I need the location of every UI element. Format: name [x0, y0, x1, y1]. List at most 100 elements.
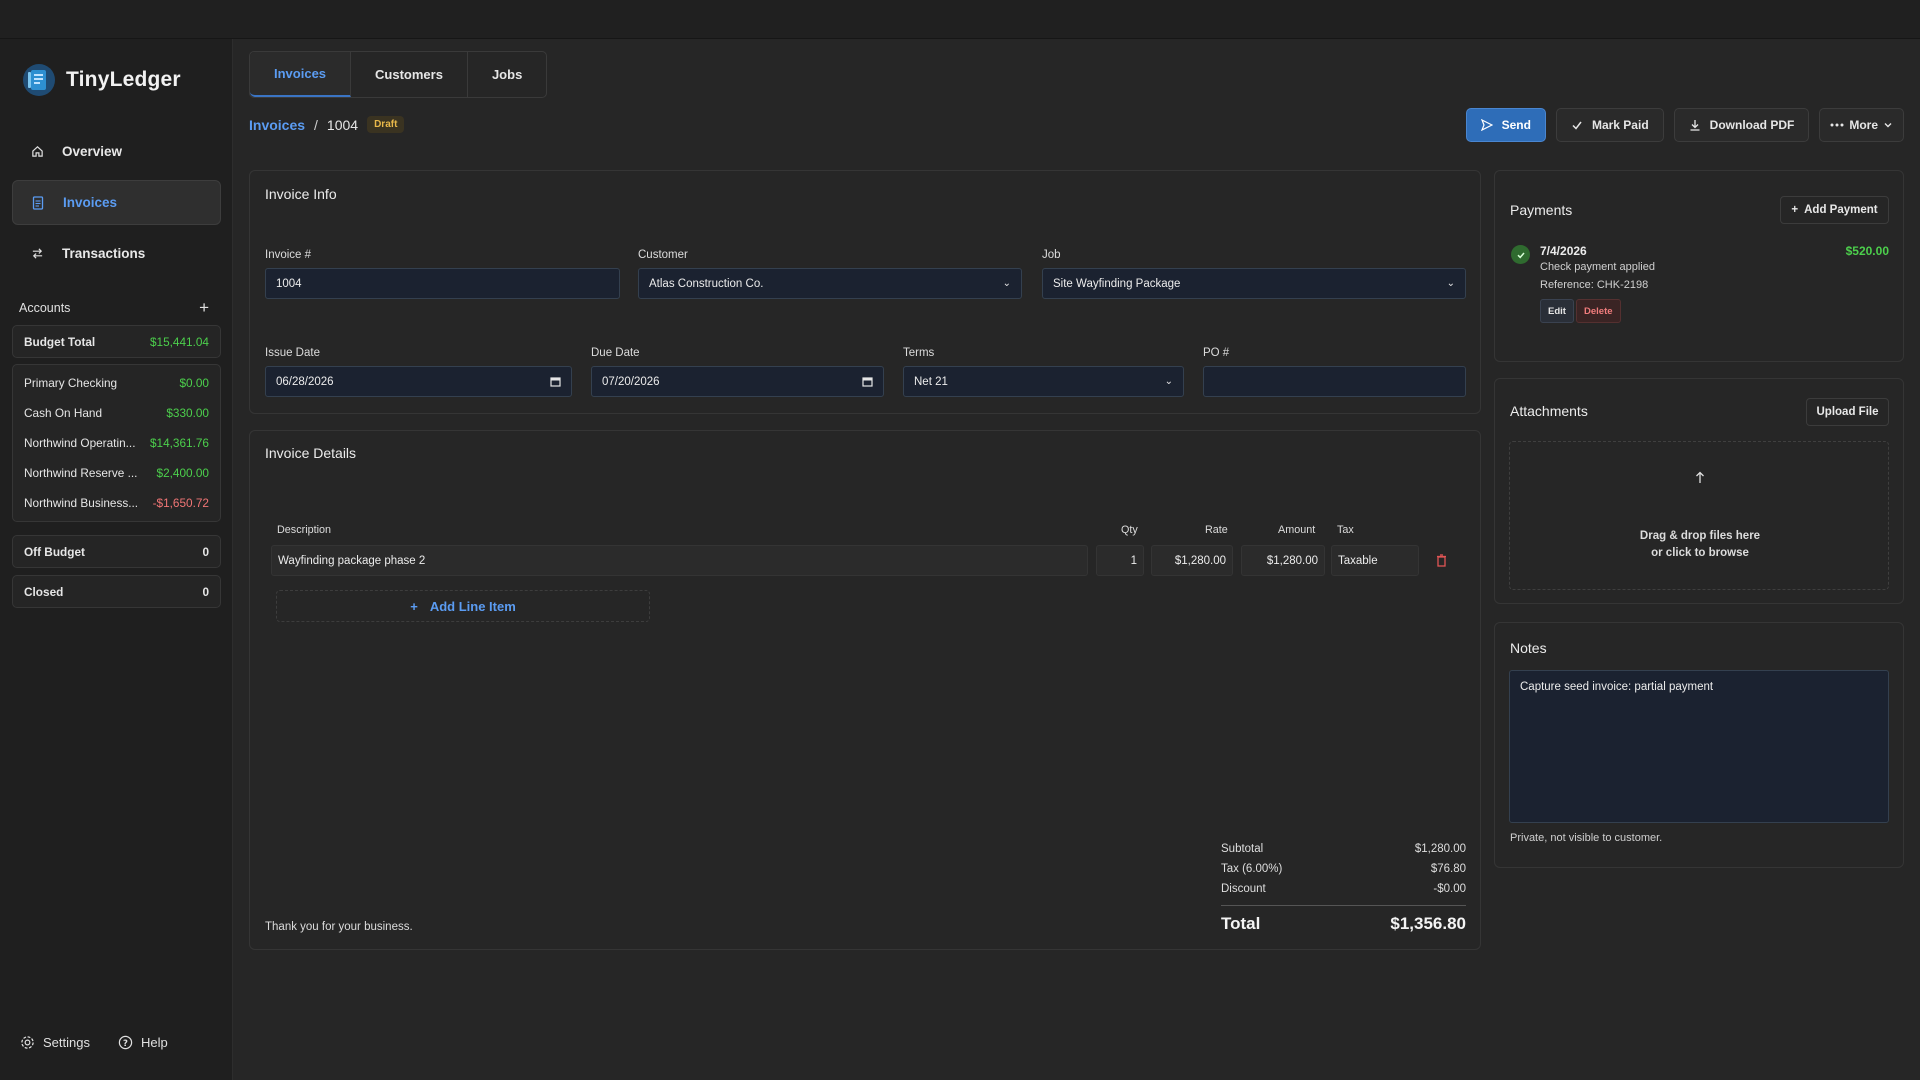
tab-invoices[interactable]: Invoices — [250, 52, 352, 97]
line-rate-value: $1,280.00 — [1174, 554, 1226, 567]
nav-label: Transactions — [62, 246, 146, 261]
budget-total-label: Budget Total — [24, 334, 96, 349]
account-name: Northwind Operatin... — [24, 436, 136, 450]
chevron-down-icon — [1884, 123, 1892, 128]
payments-title: Payments — [1510, 202, 1573, 218]
breadcrumb: Invoices / 1004 Draft — [249, 116, 405, 133]
invoice-footer-note: Thank you for your business. — [265, 921, 413, 933]
account-item[interactable]: Northwind Reserve ... $2,400.00 — [13, 458, 220, 488]
line-rate-field[interactable]: $1,280.00 — [1151, 545, 1233, 576]
settings-button[interactable]: Settings — [20, 1035, 90, 1050]
attachments-title: Attachments — [1510, 403, 1588, 419]
payment-edit-button[interactable]: Edit — [1540, 299, 1574, 323]
col-header-qty: Qty — [1121, 524, 1138, 536]
breadcrumb-current: 1004 — [326, 116, 359, 133]
customer-label: Customer — [638, 249, 688, 261]
account-amount: $330.00 — [166, 406, 209, 420]
calendar-icon[interactable] — [550, 376, 561, 387]
line-qty-value: 1 — [1130, 554, 1137, 567]
add-line-item-label: Add Line Item — [429, 598, 516, 614]
customer-value: Atlas Construction Co. — [649, 277, 764, 290]
help-icon: ? — [118, 1035, 133, 1050]
add-account-button[interactable]: + — [199, 298, 209, 318]
customer-select[interactable]: Atlas Construction Co. ⌄ — [638, 268, 1022, 299]
breadcrumb-invoices-link[interactable]: Invoices — [249, 117, 305, 133]
col-header-tax: Tax — [1337, 524, 1354, 536]
line-amount-value: $1,280.00 — [1266, 554, 1318, 567]
closed-group[interactable]: Closed 0 — [12, 575, 221, 608]
invoice-info-panel: Invoice Info Invoice # 1004 Customer Atl… — [249, 170, 1481, 414]
breadcrumb-separator: / — [314, 116, 318, 133]
tax-value: $76.80 — [1430, 863, 1466, 875]
col-header-rate: Rate — [1205, 524, 1228, 536]
brand[interactable]: TinyLedger — [22, 63, 181, 97]
account-item[interactable]: Primary Checking $0.00 — [13, 368, 220, 398]
account-amount: $2,400.00 — [156, 466, 209, 480]
line-tax-select[interactable]: Taxable — [1331, 545, 1419, 576]
account-item[interactable]: Cash On Hand $330.00 — [13, 398, 220, 428]
more-menu-button[interactable]: More — [1819, 108, 1904, 142]
issue-date-field[interactable]: 06/28/2026 — [265, 366, 572, 397]
transfer-icon — [28, 245, 46, 263]
terms-select[interactable]: Net 21 ⌄ — [903, 366, 1184, 397]
account-amount: $14,361.76 — [149, 436, 209, 450]
invoice-info-title: Invoice Info — [265, 186, 337, 202]
notes-title: Notes — [1510, 640, 1547, 656]
total-value: $1,356.80 — [1390, 914, 1466, 933]
due-date-field[interactable]: 07/20/2026 — [591, 366, 884, 397]
budget-total-box[interactable]: Budget Total $15,441.04 — [12, 325, 221, 358]
tab-jobs[interactable]: Jobs — [468, 52, 546, 97]
account-name: Cash On Hand — [24, 406, 103, 420]
upload-arrow-icon — [1696, 471, 1704, 483]
terms-label: Terms — [903, 347, 935, 359]
upload-file-button[interactable]: Upload File — [1806, 398, 1889, 426]
invoice-number-field[interactable]: 1004 — [265, 268, 620, 299]
due-date-value: 07/20/2026 — [602, 375, 660, 388]
issue-date-value: 06/28/2026 — [276, 375, 334, 388]
col-header-amount: Amount — [1278, 524, 1316, 536]
tab-customers[interactable]: Customers — [351, 52, 468, 97]
invoice-actions: Send Mark Paid Download PDF More — [1465, 108, 1904, 142]
mark-paid-button[interactable]: Mark Paid — [1555, 108, 1664, 142]
payment-amount: $520.00 — [1845, 244, 1889, 258]
job-label: Job — [1042, 249, 1061, 261]
add-payment-button[interactable]: + Add Payment — [1780, 196, 1889, 224]
line-tax-value: Taxable — [1338, 554, 1378, 567]
top-bar — [0, 0, 1920, 39]
discount-value: -$0.00 — [1433, 883, 1466, 895]
accounts-header: Accounts + — [19, 298, 209, 318]
line-description-value: Wayfinding package phase 2 — [278, 554, 426, 567]
tax-label: Tax (6.00%) — [1221, 863, 1283, 875]
account-list: Primary Checking $0.00 Cash On Hand $330… — [12, 364, 221, 522]
account-item[interactable]: Northwind Operatin... $14,361.76 — [13, 428, 220, 458]
line-description-field[interactable]: Wayfinding package phase 2 — [271, 545, 1088, 576]
nav-item-overview[interactable]: Overview — [12, 129, 221, 174]
account-amount: $0.00 — [179, 376, 209, 390]
download-pdf-button[interactable]: Download PDF — [1673, 108, 1810, 142]
trash-icon[interactable] — [1436, 554, 1447, 567]
notes-textarea[interactable]: Capture seed invoice: partial payment — [1509, 670, 1889, 823]
add-line-item-button[interactable]: + Add Line Item — [276, 590, 650, 622]
nav-item-invoices[interactable]: Invoices — [12, 180, 221, 225]
off-budget-group[interactable]: Off Budget 0 — [12, 535, 221, 568]
invoice-number-value: 1004 — [276, 277, 302, 290]
account-item[interactable]: Northwind Business... -$1,650.72 — [13, 488, 220, 518]
po-field[interactable] — [1203, 366, 1466, 397]
status-badge: Draft — [367, 116, 405, 133]
discount-label: Discount — [1221, 883, 1266, 895]
nav-item-transactions[interactable]: Transactions — [12, 231, 221, 276]
col-header-description: Description — [277, 524, 332, 536]
due-date-label: Due Date — [591, 347, 640, 359]
add-payment-label: Add Payment — [1804, 204, 1878, 216]
payment-description: Check payment applied — [1540, 261, 1655, 273]
payment-delete-button[interactable]: Delete — [1576, 299, 1621, 323]
job-select[interactable]: Site Wayfinding Package ⌄ — [1042, 268, 1466, 299]
invoice-details-title: Invoice Details — [265, 445, 357, 461]
file-dropzone[interactable]: Drag & drop files here or click to brows… — [1509, 441, 1889, 590]
help-button[interactable]: ? Help — [118, 1035, 168, 1050]
send-button[interactable]: Send — [1465, 108, 1546, 142]
line-qty-field[interactable]: 1 — [1096, 545, 1144, 576]
calendar-icon[interactable] — [862, 376, 873, 387]
account-name: Primary Checking — [24, 376, 118, 390]
payment-reference: Reference: CHK-2198 — [1540, 279, 1649, 291]
